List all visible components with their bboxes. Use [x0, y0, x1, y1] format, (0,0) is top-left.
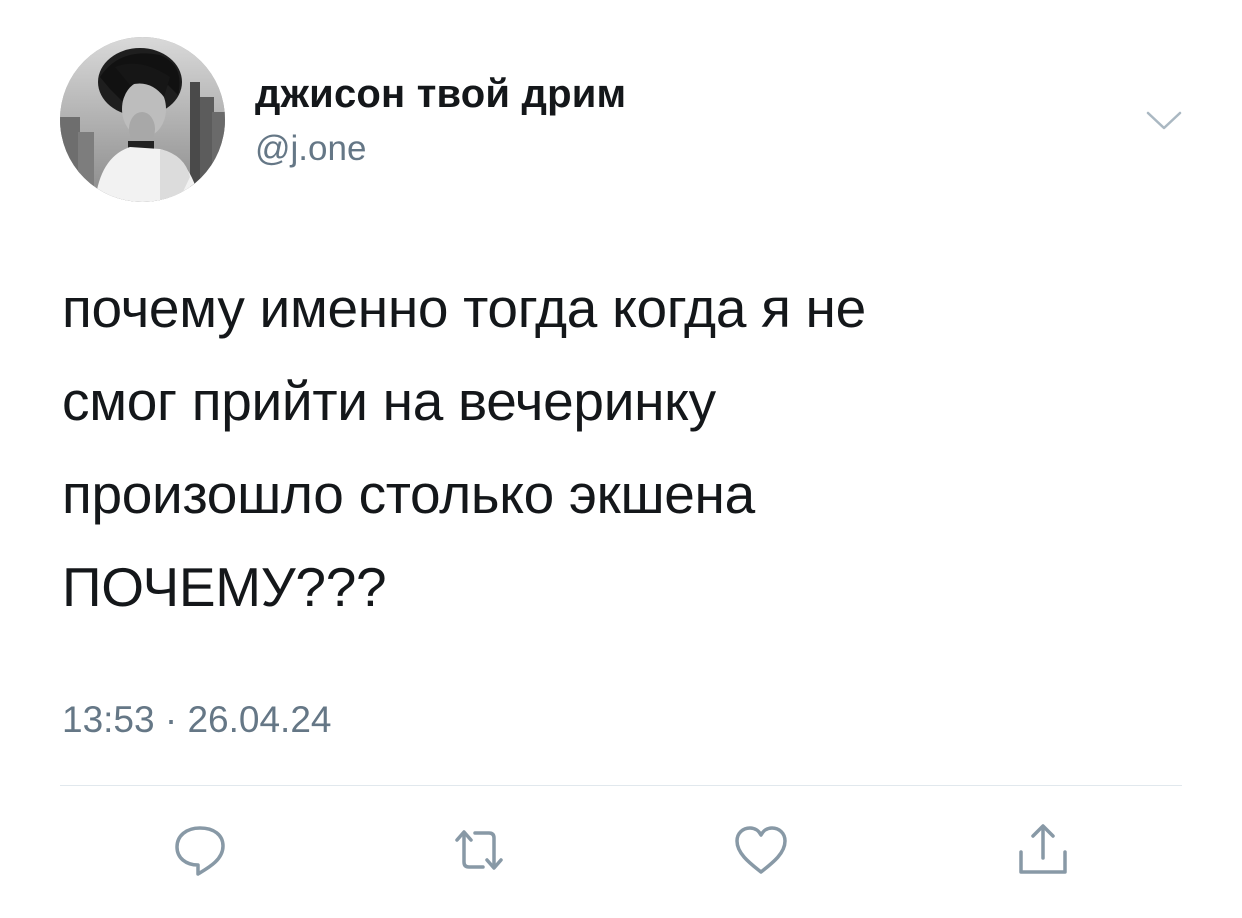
- tweet-text-line: произошло столько экшена: [62, 463, 755, 525]
- tweet-text: почему именно тогда когда я не смог прий…: [62, 262, 1202, 634]
- share-icon: [1019, 824, 1067, 874]
- avatar-photo: [60, 37, 225, 202]
- retweet-icon: [455, 830, 503, 870]
- reply-icon: [175, 826, 225, 876]
- tweet-text-line: смог прийти на вечеринку: [62, 370, 716, 432]
- chevron-down-icon: [1146, 111, 1182, 130]
- divider: [60, 785, 1182, 786]
- avatar[interactable]: [60, 37, 225, 202]
- tweet-timestamp[interactable]: 13:53 · 26.04.24: [62, 698, 332, 742]
- share-button[interactable]: [1011, 818, 1075, 882]
- retweet-button[interactable]: [447, 818, 511, 882]
- more-options-button[interactable]: [1144, 104, 1184, 134]
- tweet-text-line: ПОЧЕМУ???: [62, 556, 387, 618]
- tweet-text-line: почему именно тогда когда я не: [62, 277, 866, 339]
- heart-icon: [735, 826, 787, 874]
- reply-button[interactable]: [168, 818, 232, 882]
- like-button[interactable]: [729, 818, 793, 882]
- display-name[interactable]: джисон твой дрим: [255, 70, 626, 118]
- user-handle[interactable]: @j.one: [255, 128, 366, 170]
